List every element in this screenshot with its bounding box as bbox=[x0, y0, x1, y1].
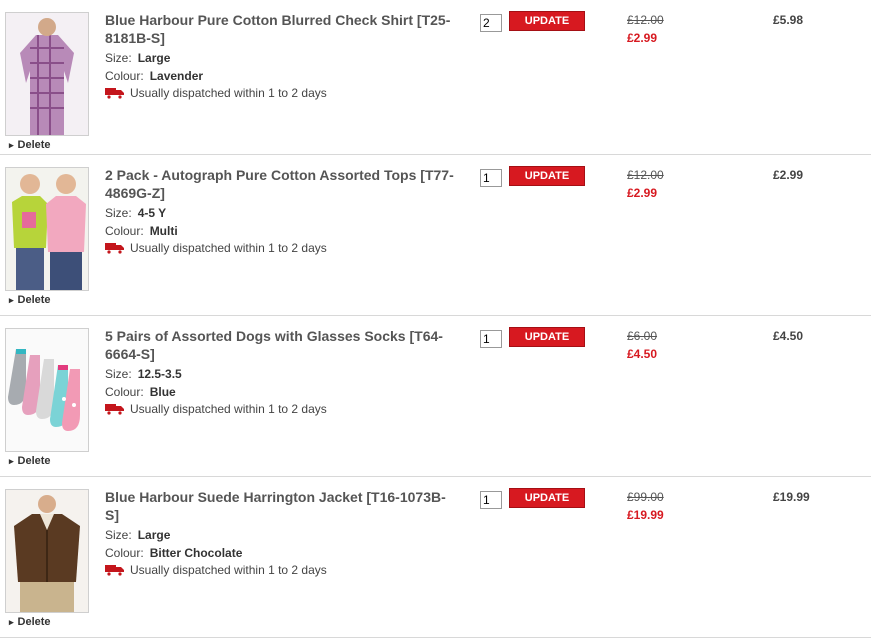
size-row: Size: Large bbox=[105, 528, 171, 542]
size-value: Large bbox=[137, 528, 171, 542]
colour-value: Blue bbox=[149, 385, 176, 399]
quantity-input[interactable] bbox=[480, 169, 502, 187]
update-button[interactable]: UPDATE bbox=[509, 11, 585, 31]
basket-row: ▸ Delete Blue Harbour Suede Harrington Ja… bbox=[0, 477, 871, 638]
now-price: £2.99 bbox=[627, 186, 658, 200]
colour-row: Colour: Blue bbox=[105, 385, 176, 399]
delivery-truck-icon bbox=[105, 404, 124, 415]
product-title[interactable]: Blue Harbour Pure Cotton Blurred Check S… bbox=[105, 11, 455, 47]
now-price: £2.99 bbox=[627, 31, 658, 45]
delete-link[interactable]: ▸ Delete bbox=[9, 455, 51, 467]
product-title[interactable]: 5 Pairs of Assorted Dogs with Glasses So… bbox=[105, 327, 455, 363]
delete-link[interactable]: ▸ Delete bbox=[9, 139, 51, 151]
quantity-input[interactable] bbox=[480, 330, 502, 348]
size-row: Size: Large bbox=[105, 51, 171, 65]
was-price: £6.00 bbox=[627, 329, 658, 343]
was-price: £99.00 bbox=[627, 490, 664, 504]
delivery-truck-icon bbox=[105, 243, 124, 254]
colour-row: Colour: Bitter Chocolate bbox=[105, 546, 243, 560]
product-title[interactable]: 2 Pack - Autograph Pure Cotton Assorted … bbox=[105, 166, 455, 202]
size-row: Size: 12.5-3.5 bbox=[105, 367, 182, 381]
girls-tops-icon bbox=[6, 168, 88, 290]
update-button[interactable]: UPDATE bbox=[509, 488, 585, 508]
suede-jacket-icon bbox=[6, 490, 88, 612]
delete-link[interactable]: ▸ Delete bbox=[9, 294, 51, 306]
was-price: £12.00 bbox=[627, 13, 664, 27]
product-image[interactable] bbox=[5, 12, 89, 136]
check-shirt-icon bbox=[6, 13, 88, 135]
update-button[interactable]: UPDATE bbox=[509, 166, 585, 186]
basket-row: ▸ Delete 2 Pack - Autograph Pure Cotton A… bbox=[0, 155, 871, 316]
size-value: 4-5 Y bbox=[137, 206, 167, 220]
dispatch-info: Usually dispatched within 1 to 2 days bbox=[105, 563, 327, 577]
now-price: £19.99 bbox=[627, 508, 664, 522]
colour-value: Lavender bbox=[149, 69, 204, 83]
chevron-right-icon: ▸ bbox=[9, 456, 14, 466]
product-image[interactable] bbox=[5, 167, 89, 291]
basket-row: ▸ Delete Blue Harbour Pure Cotton Blurred… bbox=[0, 0, 871, 155]
delivery-truck-icon bbox=[105, 565, 124, 576]
quantity-input[interactable] bbox=[480, 491, 502, 509]
product-image[interactable] bbox=[5, 489, 89, 613]
size-value: 12.5-3.5 bbox=[137, 367, 182, 381]
colour-row: Colour: Lavender bbox=[105, 69, 204, 83]
update-button[interactable]: UPDATE bbox=[509, 327, 585, 347]
colour-row: Colour: Multi bbox=[105, 224, 178, 238]
colour-value: Bitter Chocolate bbox=[149, 546, 243, 560]
line-total: £5.98 bbox=[773, 13, 804, 27]
socks-icon bbox=[6, 329, 88, 451]
basket-row: ▸ Delete 5 Pairs of Assorted Dogs with Gl… bbox=[0, 316, 871, 477]
product-image[interactable] bbox=[5, 328, 89, 452]
chevron-right-icon: ▸ bbox=[9, 617, 14, 627]
now-price: £4.50 bbox=[627, 347, 658, 361]
basket-list: ▸ Delete Blue Harbour Pure Cotton Blurred… bbox=[0, 0, 871, 638]
quantity-input[interactable] bbox=[480, 14, 502, 32]
line-total: £19.99 bbox=[773, 490, 810, 504]
size-row: Size: 4-5 Y bbox=[105, 206, 167, 220]
chevron-right-icon: ▸ bbox=[9, 140, 14, 150]
dispatch-info: Usually dispatched within 1 to 2 days bbox=[105, 402, 327, 416]
was-price: £12.00 bbox=[627, 168, 664, 182]
chevron-right-icon: ▸ bbox=[9, 295, 14, 305]
delivery-truck-icon bbox=[105, 88, 124, 99]
line-total: £4.50 bbox=[773, 329, 804, 343]
delete-link[interactable]: ▸ Delete bbox=[9, 616, 51, 628]
size-value: Large bbox=[137, 51, 171, 65]
dispatch-info: Usually dispatched within 1 to 2 days bbox=[105, 86, 327, 100]
product-title[interactable]: Blue Harbour Suede Harrington Jacket [T1… bbox=[105, 488, 455, 524]
line-total: £2.99 bbox=[773, 168, 804, 182]
colour-value: Multi bbox=[149, 224, 178, 238]
dispatch-info: Usually dispatched within 1 to 2 days bbox=[105, 241, 327, 255]
